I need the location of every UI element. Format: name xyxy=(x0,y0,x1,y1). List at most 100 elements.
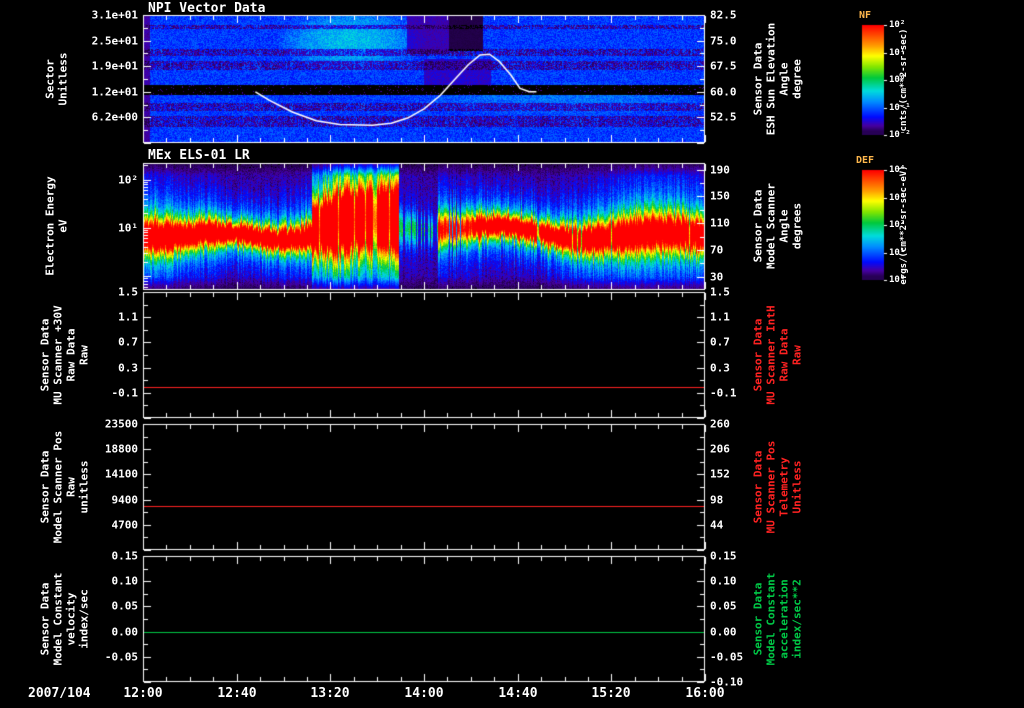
panel1-y-label-line: Sector xyxy=(43,59,57,99)
panel4-ytick-right: 206 xyxy=(710,442,730,456)
panel1-y2-label-line: Sensor Data xyxy=(751,42,765,116)
panel4-ytick-right: 44 xyxy=(710,518,724,532)
panel5-ytick-left: 0.15 xyxy=(111,549,139,563)
panel5-ytick-right: -0.05 xyxy=(710,650,744,664)
panel3-ytick-right: 1.1 xyxy=(710,310,730,324)
panel1-ytick-left: 1.2e+01 xyxy=(91,85,138,99)
panel3-ytick-right: 1.5 xyxy=(710,285,730,299)
panel2-ytick-left: 10² xyxy=(118,173,138,187)
panel5-y-label-line: Model Constant xyxy=(51,572,65,666)
panel5-y2-label-line: index/sec**2 xyxy=(790,579,804,659)
panel5-y-label-line: index/sec xyxy=(77,589,91,649)
colorbar1-tick: 10² xyxy=(889,20,906,30)
def-colorbar xyxy=(862,170,884,280)
panel1-ytick-right: 67.5 xyxy=(710,59,737,73)
panel4-ytick-left: 9400 xyxy=(111,493,139,507)
panel1-y2-label-line: degree xyxy=(790,59,804,99)
panel1-ytick-left: 6.2e+00 xyxy=(91,110,138,124)
panel1-ytick-right: 52.5 xyxy=(710,110,737,124)
panel1-title: NPI Vector Data xyxy=(148,1,266,16)
colorbar1-tick: 10⁻² xyxy=(889,130,911,140)
panel3-y-label-line: MU Scanner +30V xyxy=(51,305,65,405)
panel4-ytick-right: 260 xyxy=(710,417,730,431)
colorbar2-tick: 10³ xyxy=(889,193,906,203)
panel2-y-label-line: eV xyxy=(56,219,70,233)
panel4-y2-label-line: Telemetry xyxy=(777,457,791,517)
panel5-ytick-left: 0.10 xyxy=(111,574,139,588)
panel4-ytick-right: 152 xyxy=(710,467,730,481)
panel2-y2-label-line: Angle xyxy=(777,209,791,243)
panel2-y2-label-line: degrees xyxy=(790,202,804,250)
panel4-ytick-left: 4700 xyxy=(111,518,139,532)
panel4-y-label-line: Model Scanner Pos xyxy=(51,430,65,544)
npi-spectrogram-panel xyxy=(143,15,705,143)
colorbar2-tick: 10⁴ xyxy=(889,165,906,175)
colorbar1-tick: 10⁰ xyxy=(889,75,906,85)
panel1-ytick-right: 60.0 xyxy=(710,85,737,99)
panel1-ytick-left: 2.5e+01 xyxy=(91,34,138,48)
panel3-ytick-left: 1.1 xyxy=(118,310,138,324)
panel1-ytick-right: 82.5 xyxy=(710,8,737,22)
colorbar2-tick: 10⁰ xyxy=(889,275,906,285)
colorbar1-tick: 10⁻¹ xyxy=(889,103,911,113)
panel1-ytick-left: 1.9e+01 xyxy=(91,59,138,73)
time-tick-label: 12:40 xyxy=(217,686,257,701)
panel4-y2-label-line: Unitless xyxy=(790,460,804,514)
colorbar1-tick: 10¹ xyxy=(889,48,906,58)
panel2-ytick-right: 150 xyxy=(710,189,730,203)
time-tick-label: 14:40 xyxy=(498,686,538,701)
panel5-ytick-right: 0.05 xyxy=(710,599,737,613)
panel1-ytick-right: 75.0 xyxy=(710,34,737,48)
colorbar2-tick: 10² xyxy=(889,220,906,230)
panel5-ytick-left: 0.00 xyxy=(111,625,139,639)
panel3-ytick-left: 0.7 xyxy=(118,335,138,349)
panel3-ytick-right: 0.7 xyxy=(710,335,730,349)
scanner-pos-line-panel xyxy=(143,424,705,550)
panel5-y2-label-line: acceleration xyxy=(777,579,791,659)
panel2-ytick-right: 70 xyxy=(710,243,724,257)
panel1-ytick-left: 3.1e+01 xyxy=(91,8,138,22)
panel2-y-label-line: Electron Energy xyxy=(43,176,57,276)
panel5-y2-label-line: Sensor Data xyxy=(751,582,765,656)
colorbar2-tick: 10¹ xyxy=(889,248,906,258)
panel5-ytick-right: 0.10 xyxy=(710,574,737,588)
panel2-ytick-right: 110 xyxy=(710,216,730,230)
panel4-ytick-left: 14100 xyxy=(104,467,138,481)
panel3-ytick-right: -0.1 xyxy=(710,386,737,400)
nf-colorbar xyxy=(862,25,884,135)
panel5-ytick-right: -0.10 xyxy=(710,675,744,689)
panel1-y2-label-line: Angle xyxy=(777,62,791,96)
panel3-y2-label-line: Raw xyxy=(790,345,804,365)
model-constant-line-panel xyxy=(143,556,705,682)
date-label: 2007/104 xyxy=(28,686,91,701)
science-plot-page: NPI Vector Data MEx ELS-01 LR Sector Uni… xyxy=(0,0,1024,708)
time-tick-label: 12:00 xyxy=(123,686,163,701)
panel3-y2-label-line: Sensor Data xyxy=(751,318,765,392)
panel5-ytick-left: -0.05 xyxy=(104,650,138,664)
panel4-y2-label-line: Sensor Data xyxy=(751,450,765,524)
els-spectrogram-panel xyxy=(143,163,705,290)
panel4-ytick-left: 23500 xyxy=(104,417,138,431)
panel4-ytick-left: 18800 xyxy=(104,442,138,456)
panel2-ytick-right: 190 xyxy=(710,163,730,177)
panel2-ytick-right: 30 xyxy=(710,270,724,284)
panel3-ytick-left: 1.5 xyxy=(118,285,138,299)
panel4-ytick-right: 98 xyxy=(710,493,724,507)
def-colorbar-label: DEF xyxy=(856,155,875,166)
panel1-y-label-line: Unitless xyxy=(56,52,70,106)
panel5-ytick-right: 0.15 xyxy=(710,549,737,563)
panel2-title: MEx ELS-01 LR xyxy=(148,148,250,163)
panel3-ytick-right: 0.3 xyxy=(710,361,730,375)
time-tick-label: 14:00 xyxy=(404,686,444,701)
panel5-ytick-right: 0.00 xyxy=(710,625,737,639)
nf-colorbar-label: NF xyxy=(859,10,872,21)
time-tick-label: 15:20 xyxy=(591,686,631,701)
mu-scanner-line-panel xyxy=(143,292,705,418)
panel5-y-label-line: Sensor Data xyxy=(38,582,52,656)
panel3-ytick-left: -0.1 xyxy=(111,386,139,400)
panel2-ytick-left: 10¹ xyxy=(118,221,138,235)
panel3-ytick-left: 0.3 xyxy=(118,361,138,375)
time-tick-label: 13:20 xyxy=(310,686,350,701)
panel4-y-label-line: Sensor Data xyxy=(38,450,52,524)
panel3-y2-label-line: Raw Data xyxy=(777,328,791,382)
